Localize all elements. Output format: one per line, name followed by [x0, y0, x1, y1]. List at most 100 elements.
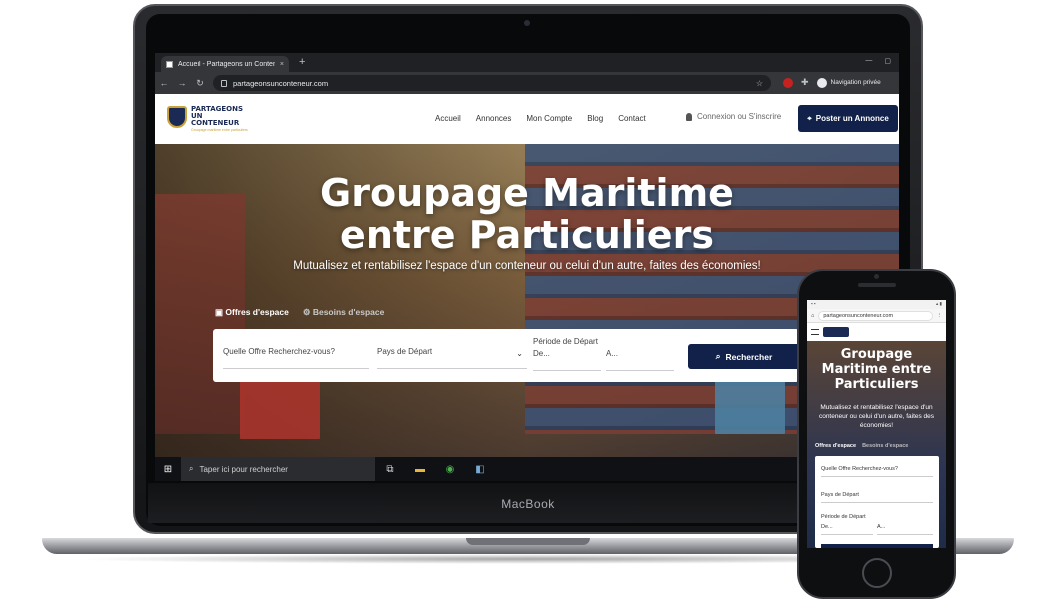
- search-button[interactable]: ⌕ Rechercher: [688, 344, 800, 369]
- hero-title-line-1: Groupage Maritime: [320, 171, 734, 215]
- search-tabs: ▣ Offres d'espace ⚙ Besoins d'espace: [215, 307, 384, 318]
- hero-title-line-2: entre Particuliers: [340, 213, 714, 257]
- home-icon[interactable]: ⌂: [811, 313, 814, 319]
- phone-query-input[interactable]: Quelle Offre Recherchez-vous?: [821, 466, 933, 477]
- phone-date-to[interactable]: A...: [877, 524, 933, 535]
- nav-annonces[interactable]: Annonces: [476, 114, 512, 123]
- search-icon: ⌕: [715, 351, 721, 361]
- task-view-icon[interactable]: ⧉: [375, 464, 405, 475]
- laptop-chin: MacBook: [148, 483, 908, 523]
- phone-speaker: [858, 283, 896, 287]
- post-ad-label: Poster un Annonce: [815, 114, 889, 123]
- new-tab-button[interactable]: +: [299, 56, 305, 68]
- hero-title: Groupage Maritime entre Particuliers: [155, 172, 899, 256]
- minimize-icon[interactable]: —: [865, 57, 872, 65]
- nav-blog[interactable]: Blog: [587, 114, 603, 123]
- back-icon[interactable]: ←: [155, 78, 173, 88]
- site-header: PARTAGEONS UN CONTENEUR Groupage maritim…: [155, 94, 899, 144]
- windows-taskbar: ⊞ ⌕ Taper ici pour rechercher ⧉ ▬ ◉ ◧: [155, 457, 899, 481]
- login-link[interactable]: Connexion ou S'inscrire: [686, 112, 781, 121]
- date-from-input[interactable]: De...: [533, 341, 601, 371]
- post-ad-button[interactable]: ⌖ Poster un Annonce: [798, 105, 898, 132]
- phone-period-label: Période de Départ: [821, 514, 866, 520]
- menu-dots-icon[interactable]: ⋮: [937, 313, 943, 319]
- reload-icon[interactable]: ↻: [191, 78, 209, 89]
- bookmark-star-icon[interactable]: ☆: [756, 79, 763, 88]
- logo-line-3: CONTENEUR: [191, 119, 240, 127]
- app-icon[interactable]: ◧: [465, 464, 495, 475]
- tab-besoins-label: Besoins d'espace: [312, 307, 385, 317]
- url-text: partageonsunconteneur.com: [233, 78, 329, 88]
- private-label: Navigation privée: [830, 79, 881, 86]
- file-explorer-icon[interactable]: ▬: [405, 464, 435, 475]
- extension-icon[interactable]: [783, 77, 793, 88]
- container-stack-image: [715, 374, 785, 434]
- chevron-down-icon: ⌄: [516, 349, 523, 358]
- location-pin-icon: ⌖: [807, 113, 812, 123]
- nav-mon-compte[interactable]: Mon Compte: [526, 114, 572, 123]
- phone-logo[interactable]: [823, 327, 849, 337]
- status-right: ▴ ▮: [936, 301, 942, 306]
- date-to-input[interactable]: A...: [606, 341, 674, 371]
- taskbar-search-placeholder: Taper ici pour rechercher: [199, 464, 288, 474]
- tab-offres-label: Offres d'espace: [225, 307, 289, 317]
- phone-search-tabs: Offres d'espace Besoins d'espace: [815, 443, 908, 449]
- country-select[interactable]: Pays de Départ ⌄: [377, 339, 527, 369]
- phone-url[interactable]: partageonsunconteneur.com: [818, 310, 933, 321]
- phone-tab-offres[interactable]: Offres d'espace: [815, 443, 856, 449]
- phone-status-bar: ▪ ▪ ▴ ▮: [807, 300, 946, 309]
- browser-tab-bar: Accueil - Partageons un Conteneur × + — …: [155, 53, 899, 72]
- query-input[interactable]: Quelle Offre Recherchez-vous?: [223, 339, 369, 369]
- close-tab-icon[interactable]: ×: [280, 61, 284, 68]
- hero-section: Groupage Maritime entre Particuliers Mut…: [155, 144, 899, 481]
- phone-tab-besoins[interactable]: Besoins d'espace: [862, 443, 908, 449]
- laptop-notch: [466, 538, 590, 545]
- windows-start-icon[interactable]: ⊞: [155, 457, 181, 481]
- laptop-brand-label: MacBook: [501, 497, 555, 511]
- browser-toolbar: ← → ↻ partageonsunconteneur.com ☆ ✚ Navi…: [155, 72, 899, 94]
- phone-site-header: [807, 323, 946, 341]
- browser-tab[interactable]: Accueil - Partageons un Conteneur ×: [161, 56, 289, 72]
- incognito-avatar-icon: [816, 77, 827, 88]
- tab-title: Accueil - Partageons un Conteneur: [178, 60, 275, 68]
- private-browsing-badge[interactable]: Navigation privée: [816, 77, 881, 88]
- forward-icon[interactable]: →: [173, 78, 191, 88]
- lock-icon: [221, 79, 227, 87]
- webcam-icon: [524, 20, 530, 26]
- home-button[interactable]: [862, 558, 892, 588]
- hamburger-icon[interactable]: [811, 329, 819, 335]
- phone-hero: Groupage Maritime entre Particuliers Mut…: [807, 341, 946, 548]
- phone-country-select[interactable]: Pays de Départ: [821, 492, 933, 503]
- user-icon: [686, 112, 692, 121]
- status-left: ▪ ▪: [811, 301, 816, 306]
- hero-subtitle: Mutualisez et rentabilisez l'espace d'un…: [293, 260, 761, 272]
- puzzle-icon[interactable]: ✚: [801, 77, 809, 88]
- search-icon: ⌕: [189, 464, 194, 473]
- address-bar[interactable]: partageonsunconteneur.com ☆: [213, 75, 771, 91]
- site-logo[interactable]: PARTAGEONS UN CONTENEUR Groupage maritim…: [167, 106, 248, 132]
- shield-logo-icon: [167, 106, 187, 128]
- logo-tagline: Groupage maritime entre particuliers: [191, 128, 248, 132]
- extensions-area: ✚ Navigation privée: [783, 77, 881, 88]
- maximize-icon[interactable]: ▢: [884, 57, 891, 65]
- tab-besoins[interactable]: ⚙ Besoins d'espace: [303, 307, 384, 318]
- phone-date-from[interactable]: De...: [821, 524, 873, 535]
- nav-accueil[interactable]: Accueil: [435, 114, 461, 123]
- phone-screen: ▪ ▪ ▴ ▮ ⌂ partageonsunconteneur.com ⋮ Gr…: [807, 300, 946, 548]
- phone-hero-title: Groupage Maritime entre Particuliers: [821, 347, 932, 392]
- laptop-screen: Accueil - Partageons un Conteneur × + — …: [155, 53, 899, 481]
- favicon-icon: [166, 60, 173, 68]
- phone-camera-icon: [874, 274, 879, 279]
- country-select-label: Pays de Départ: [377, 347, 433, 356]
- search-button-label: Rechercher: [725, 351, 773, 362]
- tab-offres[interactable]: ▣ Offres d'espace: [215, 307, 289, 318]
- phone-address-bar: ⌂ partageonsunconteneur.com ⋮: [807, 309, 946, 323]
- device-mockup: MacBook Accueil - Partageons un Conteneu…: [0, 0, 1056, 606]
- phone-search-button[interactable]: [821, 544, 933, 548]
- main-nav: Accueil Annonces Mon Compte Blog Contact: [435, 114, 646, 123]
- nav-contact[interactable]: Contact: [618, 114, 646, 123]
- taskbar-search[interactable]: ⌕ Taper ici pour rechercher: [181, 457, 375, 481]
- chrome-icon[interactable]: ◉: [435, 464, 465, 475]
- phone-search-form: Quelle Offre Recherchez-vous? Pays de Dé…: [815, 456, 939, 548]
- window-controls: — ▢: [865, 57, 891, 65]
